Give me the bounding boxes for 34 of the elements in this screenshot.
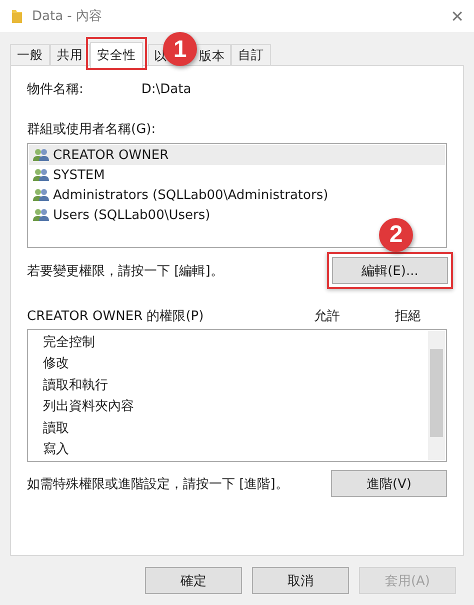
advanced-button[interactable]: 進階(V) xyxy=(331,470,447,497)
permission-item: 修改 xyxy=(42,355,70,374)
step-badge: 2 xyxy=(379,218,413,252)
object-name: D:\Data xyxy=(141,82,192,96)
tab[interactable]: 自訂 xyxy=(231,44,271,66)
window-title: Data - 內容 xyxy=(32,8,103,25)
tab[interactable]: 共用 xyxy=(50,44,90,66)
permission-item: 完全控制 xyxy=(42,334,96,352)
tab[interactable]: 一般 xyxy=(10,44,50,66)
field-label: 物件名稱: xyxy=(27,81,84,98)
permission-item: 讀取和執行 xyxy=(42,376,109,395)
permission-item: 讀取 xyxy=(42,420,70,438)
users-icon xyxy=(33,208,49,222)
permissions-label: CREATOR OWNER 的權限(P) xyxy=(27,308,205,325)
permission-item: 寫入 xyxy=(42,441,70,460)
advanced-hint: 如需特殊權限或進階設定，請按一下 [進階]。 xyxy=(27,476,288,492)
section-label: 群組或使用者名稱(G): xyxy=(27,121,157,138)
users-icon xyxy=(33,148,49,162)
group-item[interactable]: SYSTEM xyxy=(29,165,445,185)
users-icon xyxy=(33,188,49,202)
users-icon xyxy=(33,168,49,182)
dialog-button[interactable]: 確定 xyxy=(145,567,242,594)
permission-item: 列出資料夾內容 xyxy=(42,398,135,416)
dialog-button[interactable]: 取消 xyxy=(252,567,349,594)
folder-icon xyxy=(12,9,22,23)
edit-hint: 若要變更權限，請按一下 [編輯]。 xyxy=(27,262,224,280)
column-header: 允許 xyxy=(314,308,341,325)
group-item[interactable]: CREATOR OWNER xyxy=(29,145,445,165)
scrollbar[interactable] xyxy=(428,331,445,460)
column-header: 拒絕 xyxy=(395,308,422,325)
close-button[interactable]: ✕ xyxy=(450,6,464,26)
edit-button[interactable]: 編輯(E)... xyxy=(332,257,448,284)
tab[interactable]: 安全性 xyxy=(90,42,143,68)
group-item[interactable]: Administrators (SQLLab00\Administrators) xyxy=(29,185,445,205)
